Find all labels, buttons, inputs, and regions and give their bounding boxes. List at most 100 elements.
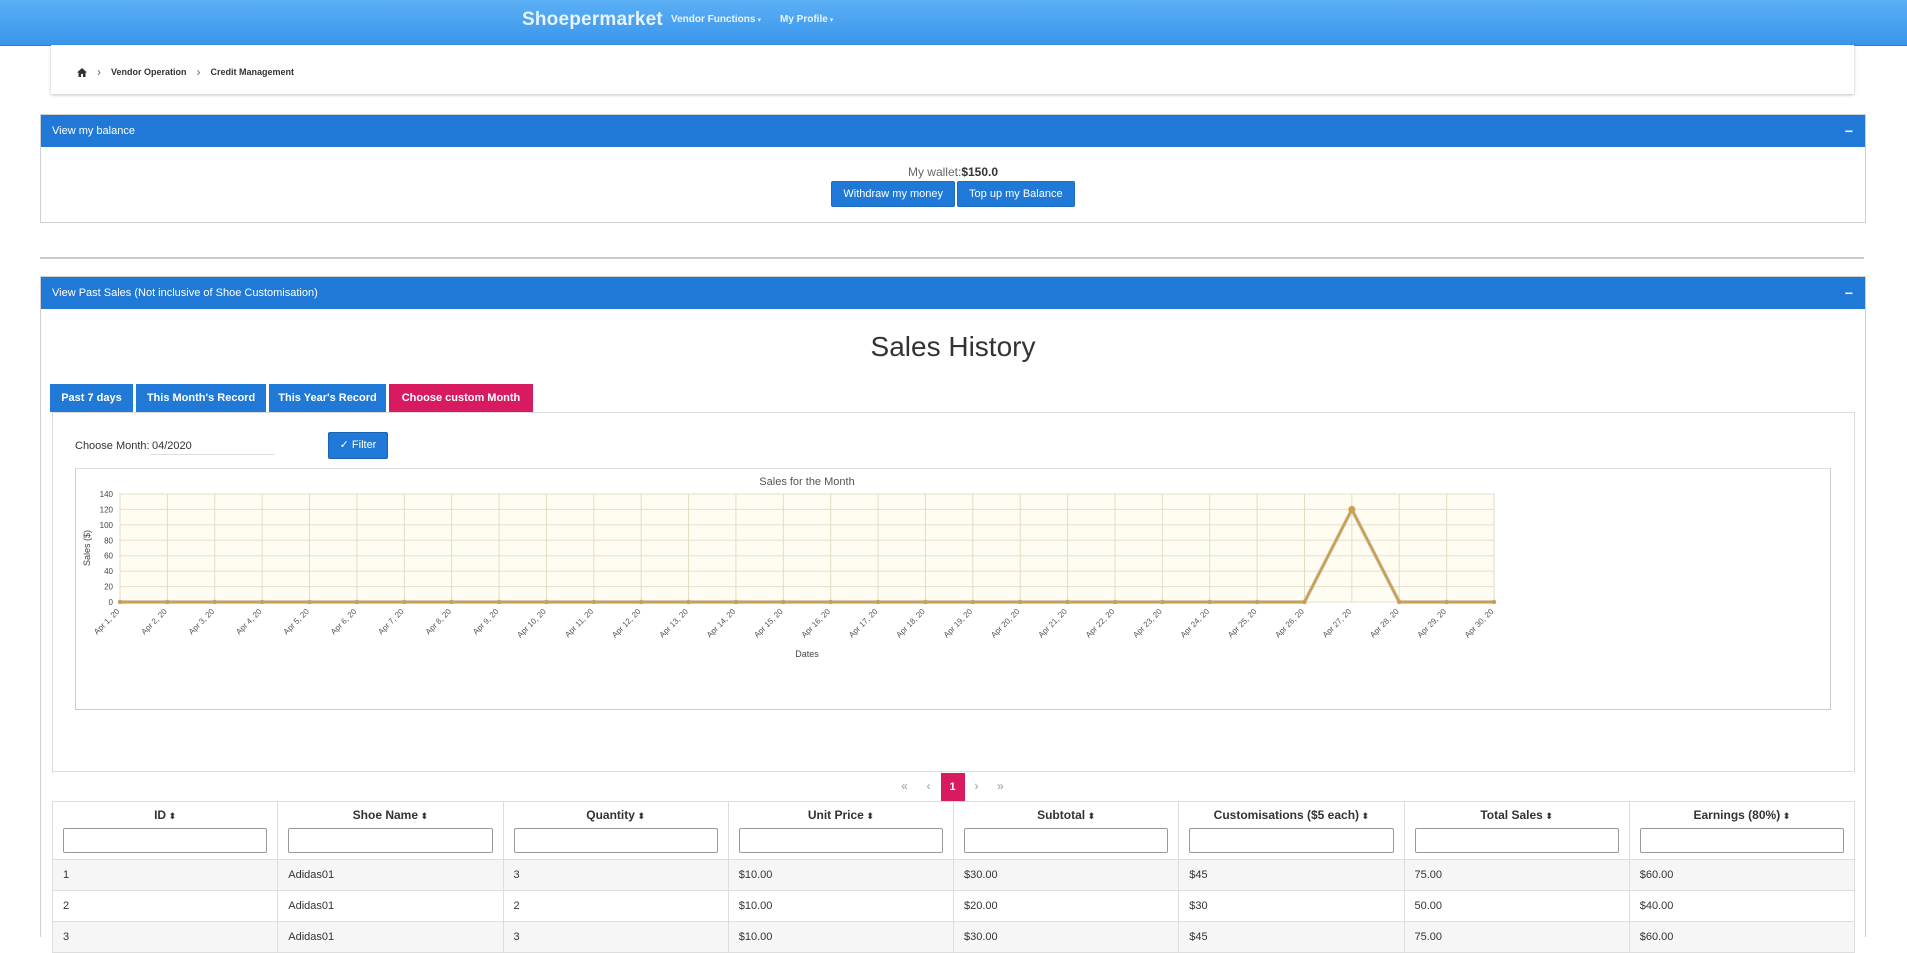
table-cell: $60.00 [1628, 921, 1856, 953]
brand-logo[interactable]: Shoepermarket [522, 9, 663, 31]
collapse-icon[interactable]: − [1845, 277, 1853, 309]
y-tick-label: 20 [104, 583, 113, 592]
column-header[interactable]: ID ⬍ [51, 801, 279, 860]
column-header-label: Quantity [586, 808, 635, 822]
sales-panel: View Past Sales (Not inclusive of Shoe C… [40, 276, 1866, 953]
sales-panel-header[interactable]: View Past Sales (Not inclusive of Shoe C… [41, 277, 1865, 309]
data-point [591, 599, 596, 605]
sort-icon[interactable]: ⬍ [1085, 811, 1096, 821]
sales-history-heading: Sales History [870, 331, 1036, 362]
next-page-button[interactable]: › [965, 772, 989, 800]
data-point [1018, 599, 1023, 605]
x-tick-label: Apr 7, 20 [376, 607, 406, 637]
column-header[interactable]: Earnings (80%) ⬍ [1628, 801, 1856, 860]
data-point [1207, 599, 1212, 605]
x-tick-label: Apr 23, 20 [1131, 607, 1164, 640]
x-tick-label: Apr 2, 20 [139, 607, 169, 637]
data-point [970, 599, 976, 605]
page-1-button[interactable]: 1 [940, 773, 965, 801]
x-axis-label: Dates [795, 649, 819, 659]
x-tick-label: Apr 21, 20 [1037, 607, 1070, 640]
chart-title: Sales for the Month [759, 476, 854, 488]
top-navbar: Shoepermarket Vendor Functions ▾ My Profi… [0, 0, 1907, 46]
column-header[interactable]: Subtotal ⬍ [952, 801, 1180, 860]
x-tick-label: Apr 8, 20 [424, 607, 454, 637]
table-row[interactable]: 1 Adidas01 3 $10.00 $30.00 $45 75.00 $60.00 [51, 859, 1856, 891]
pagination: «‹ 1 ›» [52, 771, 1853, 802]
first-page-button[interactable]: « [893, 772, 917, 800]
data-point [354, 599, 360, 605]
y-tick-label: 40 [104, 567, 113, 576]
data-point [1397, 599, 1402, 605]
column-header-label: Shoe Name [352, 808, 419, 822]
sort-icon[interactable]: ⬍ [1359, 811, 1370, 821]
sort-icon[interactable]: ⬍ [1543, 811, 1553, 821]
home-icon[interactable] [77, 67, 87, 77]
x-tick-label: Apr 1, 20 [92, 607, 122, 637]
column-header-label: Subtotal [1037, 808, 1086, 822]
balance-panel-header[interactable]: View my balance − [41, 115, 1865, 147]
column-header-label: Customisations ($5 each) [1213, 808, 1360, 822]
breadcrumb-vendor-operation[interactable]: Vendor Operation [111, 67, 187, 77]
x-tick-label: Apr 3, 20 [187, 607, 217, 637]
data-point [733, 599, 739, 605]
vendor-functions-label: Vendor Functions [671, 14, 756, 25]
table-cell: 1 [51, 859, 279, 891]
top-up-button[interactable]: Top up my Balance [957, 181, 1075, 207]
table-cell: 2 [502, 890, 729, 922]
vendor-functions-dropdown[interactable]: Vendor Functions ▾ [671, 14, 761, 25]
sort-icon[interactable]: ⬍ [635, 811, 645, 821]
tab-past-7-days[interactable]: Past 7 days [50, 384, 133, 412]
sort-icon[interactable]: ⬍ [864, 811, 874, 821]
column-filter-input[interactable] [513, 828, 718, 853]
table-body: 1 Adidas01 3 $10.00 $30.00 $45 75.00 $60.00 2 Adi… [51, 859, 1856, 953]
column-header[interactable]: Quantity ⬍ [502, 801, 729, 860]
data-point [1160, 599, 1165, 605]
chevron-right-icon: › [97, 65, 101, 79]
last-page-button[interactable]: » [989, 772, 1013, 800]
table-row[interactable]: 2 Adidas01 2 $10.00 $20.00 $30 50.00 $40.00 [51, 890, 1856, 922]
tab-this-year[interactable]: This Year's Record [269, 384, 386, 412]
x-tick-label: Apr 14, 20 [705, 607, 738, 640]
column-header[interactable]: Shoe Name ⬍ [277, 801, 504, 860]
data-point [1065, 599, 1070, 605]
sort-icon[interactable]: ⬍ [418, 811, 429, 821]
column-filter-input[interactable] [1414, 828, 1619, 853]
column-filter-input[interactable] [964, 828, 1169, 853]
x-tick-label: Apr 16, 20 [800, 607, 833, 640]
column-filter-input[interactable] [63, 828, 268, 853]
column-header[interactable]: Total Sales ⬍ [1403, 801, 1630, 860]
column-header[interactable]: Unit Price ⬍ [727, 801, 955, 860]
column-header[interactable]: Customisations ($5 each) ⬍ [1178, 801, 1405, 860]
x-tick-label: Apr 25, 20 [1226, 607, 1259, 640]
collapse-icon[interactable]: − [1845, 115, 1853, 147]
table-cell: $30 [1178, 890, 1405, 922]
tab-this-month[interactable]: This Month's Record [136, 384, 266, 412]
check-icon: ✓ [339, 439, 349, 451]
tab-choose-custom-month[interactable]: Choose custom Month [389, 384, 533, 412]
month-input[interactable] [150, 438, 274, 455]
column-header-label: Total Sales [1480, 808, 1543, 822]
column-header-label: Earnings (80%) [1693, 808, 1781, 822]
x-tick-label: Apr 28, 20 [1368, 607, 1401, 640]
withdraw-button[interactable]: Withdraw my money [831, 181, 956, 207]
prev-page-button[interactable]: ‹ [917, 772, 941, 800]
my-profile-dropdown[interactable]: My Profile ▾ [780, 14, 833, 25]
column-filter-input[interactable] [288, 828, 493, 853]
table-cell: $10.00 [727, 890, 955, 922]
data-point [875, 599, 881, 605]
x-tick-label: Apr 13, 20 [657, 607, 690, 640]
table-cell: $30.00 [952, 921, 1180, 953]
y-tick-label: 0 [109, 598, 114, 607]
table-header-row: ID ⬍ Shoe Name ⬍ Quantity ⬍ Unit Price ⬍ Sub… [51, 801, 1856, 860]
sort-icon[interactable]: ⬍ [166, 811, 177, 821]
column-filter-input[interactable] [738, 828, 943, 853]
breadcrumb-card: › Vendor Operation › Credit Management [51, 45, 1854, 94]
x-tick-label: Apr 30, 20 [1463, 607, 1496, 640]
column-filter-input[interactable] [1189, 828, 1394, 853]
table-cell: $10.00 [727, 921, 955, 953]
table-row[interactable]: 3 Adidas01 3 $10.00 $30.00 $45 75.00 $60.00 [51, 921, 1856, 953]
sort-icon[interactable]: ⬍ [1780, 811, 1791, 821]
filter-button[interactable]: ✓ Filter [328, 432, 388, 459]
column-filter-input[interactable] [1639, 828, 1844, 853]
